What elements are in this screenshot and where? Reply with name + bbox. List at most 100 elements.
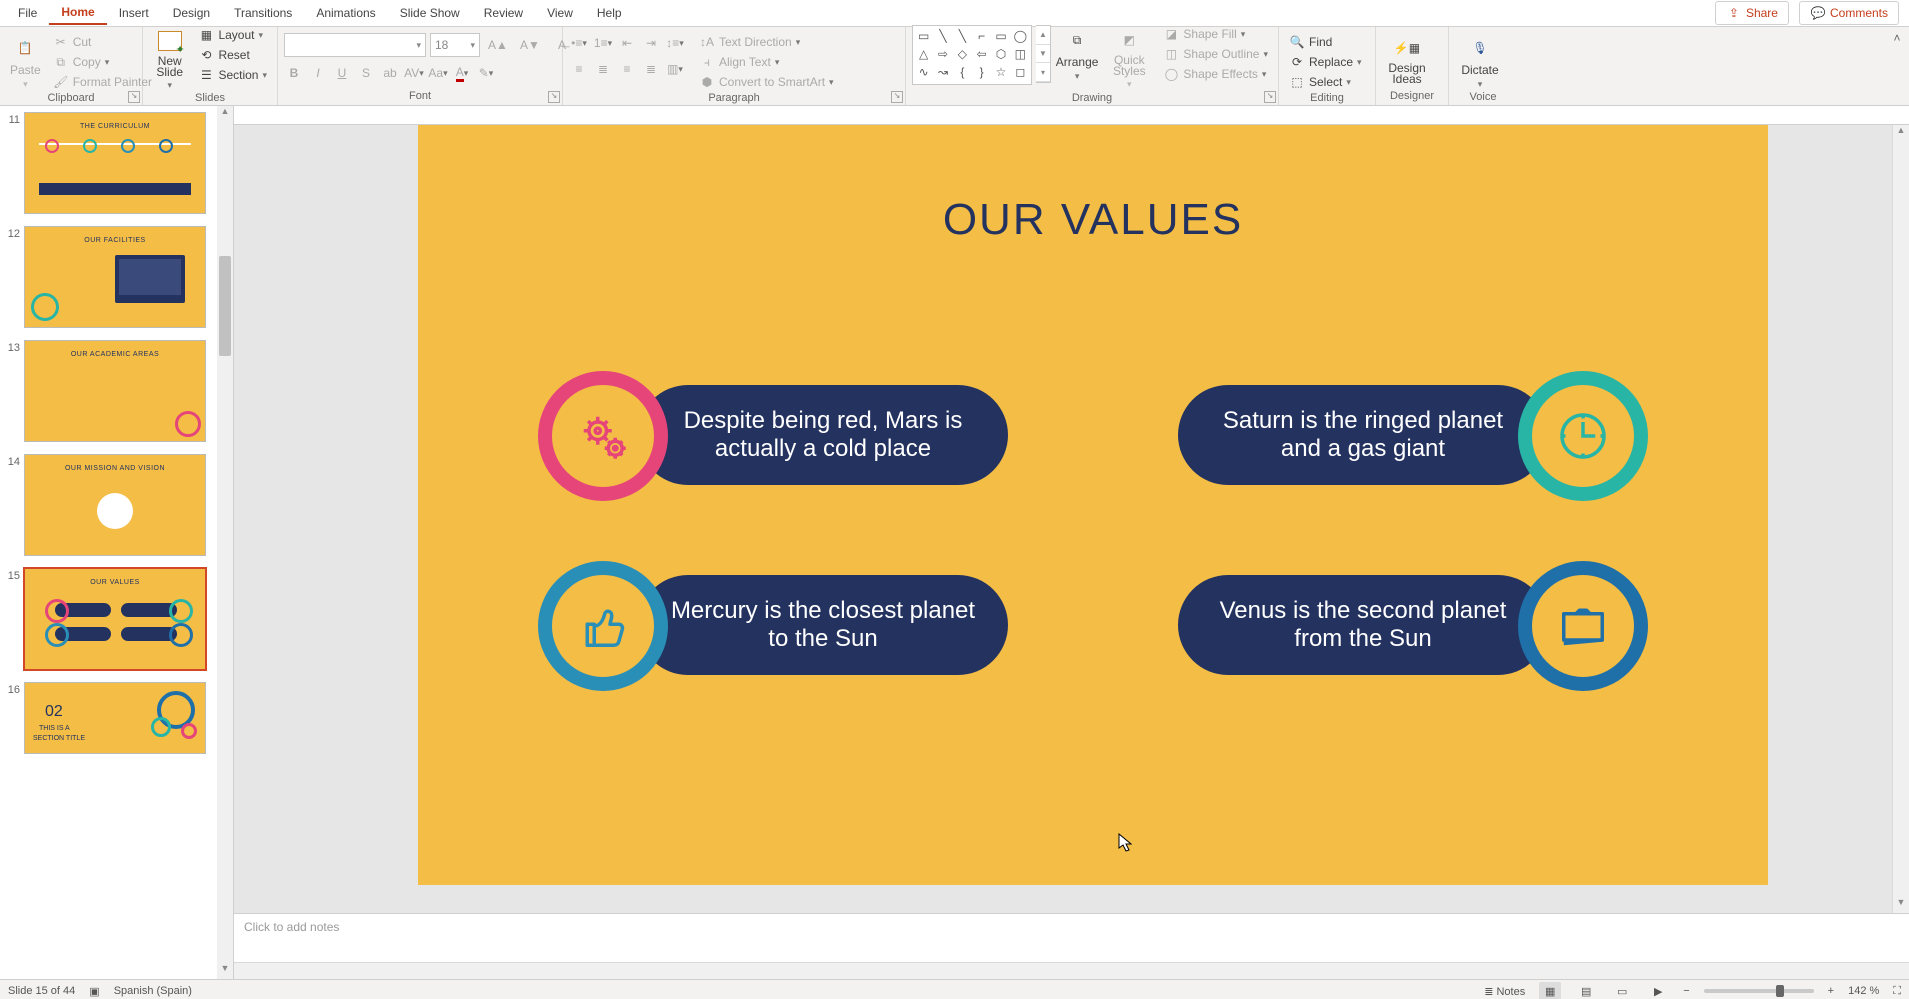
- thumbnail-12[interactable]: 12 OUR FACILITIES: [0, 220, 233, 334]
- paste-button[interactable]: 📋 Paste ▾: [6, 33, 45, 91]
- scrollbar-handle[interactable]: [219, 256, 231, 356]
- select-button[interactable]: ⬚ Select: [1285, 73, 1355, 91]
- value-ring-4[interactable]: [1518, 561, 1648, 691]
- value-ring-3[interactable]: [538, 561, 668, 691]
- increase-indent-button[interactable]: ⇥: [641, 33, 661, 53]
- section-button[interactable]: ☰ Section: [194, 66, 271, 84]
- value-item-4[interactable]: Venus is the second planet from the Sun: [1178, 575, 1548, 675]
- thumbnail-scrollbar[interactable]: ▲ ▼: [217, 106, 233, 979]
- format-painter-button[interactable]: 🖌 Format Painter: [49, 73, 156, 91]
- quick-styles-button[interactable]: ◩ Quick Styles ▾: [1103, 25, 1155, 91]
- share-button[interactable]: ⇪ Share: [1715, 1, 1789, 25]
- zoom-out-button[interactable]: −: [1683, 985, 1689, 997]
- columns-button[interactable]: ▥: [665, 59, 685, 79]
- highlight-button[interactable]: ✎: [476, 63, 496, 83]
- canvas-area[interactable]: OUR VALUES Despite being red, Mars is ac…: [234, 125, 1909, 913]
- strikethrough-button[interactable]: S: [356, 63, 376, 83]
- thumbnail-14[interactable]: 14 OUR MISSION AND VISION: [0, 448, 233, 562]
- align-text-button[interactable]: ⫞ Align Text: [695, 53, 838, 71]
- tab-help[interactable]: Help: [585, 2, 634, 24]
- zoom-level[interactable]: 142 %: [1848, 985, 1879, 997]
- underline-button[interactable]: U: [332, 63, 352, 83]
- fit-to-window-button[interactable]: ⛶: [1893, 985, 1901, 998]
- tab-view[interactable]: View: [535, 2, 585, 24]
- shapes-gallery[interactable]: ▭╲╲⌐▭◯ △⇨◇⇦⬡◫ ∿↝{}☆◻: [912, 25, 1032, 85]
- thumbnail-11[interactable]: 11 THE CURRICULUM: [0, 106, 233, 220]
- copy-button[interactable]: ⧉ Copy: [49, 53, 156, 71]
- dictate-button[interactable]: 🎙 Dictate ▾: [1455, 33, 1505, 90]
- value-ring-2[interactable]: [1518, 371, 1648, 501]
- tab-design[interactable]: Design: [161, 2, 222, 24]
- notes-pane[interactable]: Click to add notes: [234, 913, 1909, 962]
- value-item-2[interactable]: Saturn is the ringed planet and a gas gi…: [1178, 385, 1548, 485]
- tab-review[interactable]: Review: [472, 2, 535, 24]
- increase-font-button[interactable]: A▲: [484, 34, 512, 56]
- reset-button[interactable]: ⟲ Reset: [194, 46, 271, 64]
- spellcheck-icon[interactable]: ▣: [89, 985, 99, 998]
- tab-slideshow[interactable]: Slide Show: [388, 2, 472, 24]
- text-direction-icon: ↕A: [699, 34, 715, 50]
- decrease-font-button[interactable]: A▼: [516, 34, 544, 56]
- tab-file[interactable]: File: [6, 2, 49, 24]
- thumbnail-16[interactable]: 16 02 THIS IS A SECTION TITLE: [0, 676, 233, 760]
- convert-smartart-button[interactable]: ⬢ Convert to SmartArt: [695, 73, 838, 91]
- sorter-view-button[interactable]: ▤: [1575, 982, 1597, 999]
- comments-button[interactable]: 💬 Comments: [1799, 1, 1899, 25]
- value-item-3[interactable]: Mercury is the closest planet to the Sun: [638, 575, 1008, 675]
- tab-animations[interactable]: Animations: [304, 2, 387, 24]
- align-right-button[interactable]: ≡: [617, 59, 637, 79]
- reading-view-button[interactable]: ▭: [1611, 982, 1633, 999]
- find-button[interactable]: 🔍 Find: [1285, 33, 1336, 51]
- bold-button[interactable]: B: [284, 63, 304, 83]
- zoom-slider-knob[interactable]: [1776, 985, 1784, 997]
- value-item-1[interactable]: Despite being red, Mars is actually a co…: [638, 385, 1008, 485]
- char-spacing-button[interactable]: AV: [404, 63, 424, 83]
- tab-transitions[interactable]: Transitions: [222, 2, 304, 24]
- justify-button[interactable]: ≣: [641, 59, 661, 79]
- shadow-button[interactable]: ab: [380, 63, 400, 83]
- decrease-indent-button[interactable]: ⇤: [617, 33, 637, 53]
- change-case-button[interactable]: Aa: [428, 63, 448, 83]
- paragraph-launcher[interactable]: ↘: [891, 91, 903, 103]
- drawing-launcher[interactable]: ↘: [1264, 91, 1276, 103]
- collapse-ribbon-button[interactable]: ˄: [1885, 27, 1909, 105]
- font-size-combo[interactable]: 18 ▾: [430, 33, 480, 57]
- layout-button[interactable]: ▦ Layout: [194, 26, 271, 44]
- shape-fill-button[interactable]: ◪ Shape Fill: [1159, 25, 1272, 43]
- zoom-in-button[interactable]: +: [1828, 985, 1834, 997]
- slideshow-view-button[interactable]: ▶: [1647, 982, 1669, 999]
- clipboard-launcher[interactable]: ↘: [128, 91, 140, 103]
- replace-button[interactable]: ⟳ Replace: [1285, 53, 1366, 71]
- font-launcher[interactable]: ↘: [548, 91, 560, 103]
- cut-button[interactable]: ✂ Cut: [49, 33, 156, 51]
- status-slide-counter[interactable]: Slide 15 of 44: [8, 985, 75, 997]
- align-left-button[interactable]: ≡: [569, 59, 589, 79]
- normal-view-button[interactable]: ▦: [1539, 982, 1561, 999]
- editor-horizontal-scrollbar[interactable]: [234, 962, 1909, 979]
- bullets-button[interactable]: •≡: [569, 33, 589, 53]
- new-slide-button[interactable]: ✦ New Slide ▾: [149, 26, 190, 91]
- arrange-button[interactable]: ⧉ Arrange ▾: [1055, 25, 1099, 82]
- font-color-button[interactable]: A: [452, 63, 472, 83]
- line-spacing-button[interactable]: ↕≡: [665, 33, 685, 53]
- numbering-button[interactable]: 1≡: [593, 33, 613, 53]
- design-ideas-button[interactable]: ⚡▦ Design Ideas: [1382, 33, 1432, 85]
- tab-home[interactable]: Home: [49, 1, 106, 25]
- tab-insert[interactable]: Insert: [107, 2, 161, 24]
- thumbnail-15[interactable]: 15 OUR VALUES: [0, 562, 233, 676]
- font-name-combo[interactable]: ▾: [284, 33, 426, 57]
- align-center-button[interactable]: ≣: [593, 59, 613, 79]
- status-language[interactable]: Spanish (Spain): [114, 985, 192, 997]
- slide-canvas[interactable]: OUR VALUES Despite being red, Mars is ac…: [418, 125, 1768, 885]
- notes-toggle[interactable]: ≣ Notes: [1484, 985, 1525, 998]
- shape-effects-button[interactable]: ◯ Shape Effects: [1159, 65, 1272, 83]
- shapes-gallery-scroll[interactable]: ▲▼▾: [1036, 25, 1051, 83]
- italic-button[interactable]: I: [308, 63, 328, 83]
- thumbnail-13[interactable]: 13 OUR ACADEMIC AREAS: [0, 334, 233, 448]
- editor-vertical-scrollbar[interactable]: ▲ ▼: [1892, 125, 1909, 913]
- zoom-slider[interactable]: [1704, 989, 1814, 993]
- shape-outline-button[interactable]: ◫ Shape Outline: [1159, 45, 1272, 63]
- value-ring-1[interactable]: [538, 371, 668, 501]
- text-direction-button[interactable]: ↕A Text Direction: [695, 33, 838, 51]
- slide-title[interactable]: OUR VALUES: [418, 195, 1768, 245]
